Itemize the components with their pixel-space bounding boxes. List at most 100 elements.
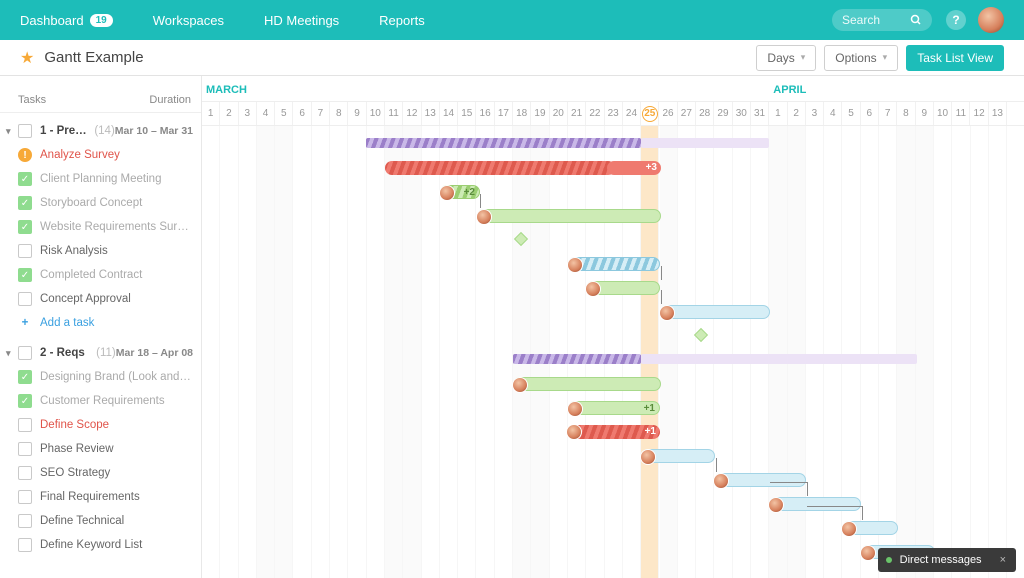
day-cell[interactable]: 3 bbox=[806, 102, 824, 125]
star-icon[interactable]: ★ bbox=[20, 48, 34, 68]
nav-workspaces[interactable]: Workspaces bbox=[153, 13, 224, 28]
day-cell[interactable]: 24 bbox=[623, 102, 641, 125]
task-row[interactable]: ✓Completed Contract bbox=[0, 263, 201, 287]
bar-group2-progress[interactable] bbox=[513, 354, 641, 364]
task-checkbox[interactable]: ! bbox=[18, 148, 32, 162]
bar-customer-req[interactable]: +1 bbox=[568, 401, 660, 415]
milestone-add[interactable] bbox=[694, 328, 708, 342]
day-cell[interactable]: 30 bbox=[733, 102, 751, 125]
bar-client-planning[interactable]: +2 bbox=[440, 185, 480, 199]
day-cell[interactable]: 6 bbox=[293, 102, 311, 125]
search-input[interactable]: Search bbox=[832, 9, 932, 31]
day-cell[interactable]: 12 bbox=[403, 102, 421, 125]
day-cell[interactable]: 31 bbox=[751, 102, 769, 125]
day-cell[interactable]: 21 bbox=[568, 102, 586, 125]
task-row[interactable]: SEO Strategy bbox=[0, 461, 201, 485]
nav-reports[interactable]: Reports bbox=[379, 13, 425, 28]
bar-risk-analysis[interactable] bbox=[568, 257, 660, 271]
bar-group1-remaining[interactable] bbox=[641, 138, 769, 148]
group-checkbox[interactable] bbox=[18, 346, 32, 360]
day-cell[interactable]: 6 bbox=[861, 102, 879, 125]
group-checkbox[interactable] bbox=[18, 124, 32, 138]
day-cell[interactable]: 2 bbox=[788, 102, 806, 125]
task-row[interactable]: Phase Review bbox=[0, 437, 201, 461]
task-row[interactable]: ✓Client Planning Meeting bbox=[0, 167, 201, 191]
day-cell[interactable]: 11 bbox=[952, 102, 970, 125]
day-cell[interactable]: 29 bbox=[714, 102, 732, 125]
options-dropdown[interactable]: Options▾ bbox=[824, 45, 898, 71]
day-cell[interactable]: 12 bbox=[970, 102, 988, 125]
day-cell[interactable]: 10 bbox=[367, 102, 385, 125]
bar-designing-brand[interactable] bbox=[513, 377, 661, 391]
day-cell[interactable]: 8 bbox=[897, 102, 915, 125]
task-checkbox[interactable] bbox=[18, 244, 32, 258]
task-checkbox[interactable] bbox=[18, 466, 32, 480]
milestone-website-req[interactable] bbox=[514, 232, 528, 246]
task-checkbox[interactable] bbox=[18, 418, 32, 432]
day-cell[interactable]: 8 bbox=[330, 102, 348, 125]
bar-final-req[interactable] bbox=[769, 497, 861, 511]
task-row[interactable]: !Analyze Survey bbox=[0, 143, 201, 167]
day-cell[interactable]: 7 bbox=[312, 102, 330, 125]
task-checkbox[interactable] bbox=[18, 538, 32, 552]
add-task-button[interactable]: + Add a task bbox=[0, 311, 201, 335]
task-row[interactable]: Concept Approval bbox=[0, 287, 201, 311]
task-checkbox[interactable] bbox=[18, 292, 32, 306]
day-cell[interactable]: 22 bbox=[586, 102, 604, 125]
day-cell[interactable]: 10 bbox=[934, 102, 952, 125]
task-row[interactable]: ✓Storyboard Concept bbox=[0, 191, 201, 215]
bar-phase-review[interactable] bbox=[641, 449, 715, 463]
task-row[interactable]: Define Scope bbox=[0, 413, 201, 437]
bar-analyze-survey-tail[interactable]: +3 bbox=[607, 161, 661, 175]
task-row[interactable]: Risk Analysis bbox=[0, 239, 201, 263]
day-cell[interactable]: 25 bbox=[641, 102, 659, 125]
day-cell[interactable]: 16 bbox=[476, 102, 494, 125]
day-cell[interactable]: 15 bbox=[458, 102, 476, 125]
day-cell[interactable]: 17 bbox=[495, 102, 513, 125]
bar-analyze-survey[interactable] bbox=[385, 161, 615, 175]
close-icon[interactable]: × bbox=[1000, 554, 1006, 566]
task-checkbox[interactable]: ✓ bbox=[18, 196, 32, 210]
task-checkbox[interactable]: ✓ bbox=[18, 370, 32, 384]
task-checkbox[interactable]: ✓ bbox=[18, 394, 32, 408]
bar-define-scope[interactable]: +1 bbox=[568, 425, 660, 439]
nav-dashboard[interactable]: Dashboard 19 bbox=[20, 13, 113, 28]
bar-storyboard[interactable] bbox=[477, 209, 661, 223]
task-row[interactable]: Final Requirements bbox=[0, 485, 201, 509]
bar-define-technical[interactable] bbox=[842, 521, 898, 535]
day-cell[interactable]: 27 bbox=[678, 102, 696, 125]
direct-messages-popup[interactable]: Direct messages × bbox=[878, 548, 1016, 572]
days-dropdown[interactable]: Days▾ bbox=[756, 45, 816, 71]
day-cell[interactable]: 28 bbox=[696, 102, 714, 125]
bar-seo-strategy[interactable] bbox=[714, 473, 806, 487]
day-cell[interactable]: 20 bbox=[550, 102, 568, 125]
group-reqs[interactable]: ▾ 2 - Reqs (11) Mar 18 – Apr 08 bbox=[0, 341, 201, 365]
task-row[interactable]: Define Technical bbox=[0, 509, 201, 533]
day-cell[interactable]: 9 bbox=[916, 102, 934, 125]
day-cell[interactable]: 14 bbox=[440, 102, 458, 125]
day-cell[interactable]: 13 bbox=[422, 102, 440, 125]
day-cell[interactable]: 13 bbox=[989, 102, 1007, 125]
task-row[interactable]: ✓Designing Brand (Look and Feel) bbox=[0, 365, 201, 389]
day-cell[interactable]: 19 bbox=[531, 102, 549, 125]
day-cell[interactable]: 7 bbox=[879, 102, 897, 125]
day-cell[interactable]: 3 bbox=[239, 102, 257, 125]
task-checkbox[interactable] bbox=[18, 514, 32, 528]
day-cell[interactable]: 26 bbox=[659, 102, 677, 125]
task-row[interactable]: ✓Website Requirements Survey bbox=[0, 215, 201, 239]
gantt-chart[interactable]: MARCHAPRIL 12345678910111213141516171819… bbox=[202, 76, 1024, 578]
day-cell[interactable]: 2 bbox=[220, 102, 238, 125]
task-checkbox[interactable]: ✓ bbox=[18, 268, 32, 282]
nav-meetings[interactable]: HD Meetings bbox=[264, 13, 339, 28]
bar-completed-contract[interactable] bbox=[586, 281, 660, 295]
task-row[interactable]: Define Keyword List bbox=[0, 533, 201, 557]
day-cell[interactable]: 11 bbox=[385, 102, 403, 125]
day-cell[interactable]: 1 bbox=[202, 102, 220, 125]
day-cell[interactable]: 9 bbox=[348, 102, 366, 125]
day-cell[interactable]: 23 bbox=[605, 102, 623, 125]
task-checkbox[interactable]: ✓ bbox=[18, 172, 32, 186]
day-cell[interactable]: 5 bbox=[842, 102, 860, 125]
group-preproduction[interactable]: ▾ 1 - Pre-Produ.. (14) Mar 10 – Mar 31 bbox=[0, 119, 201, 143]
task-checkbox[interactable] bbox=[18, 442, 32, 456]
task-checkbox[interactable]: ✓ bbox=[18, 220, 32, 234]
